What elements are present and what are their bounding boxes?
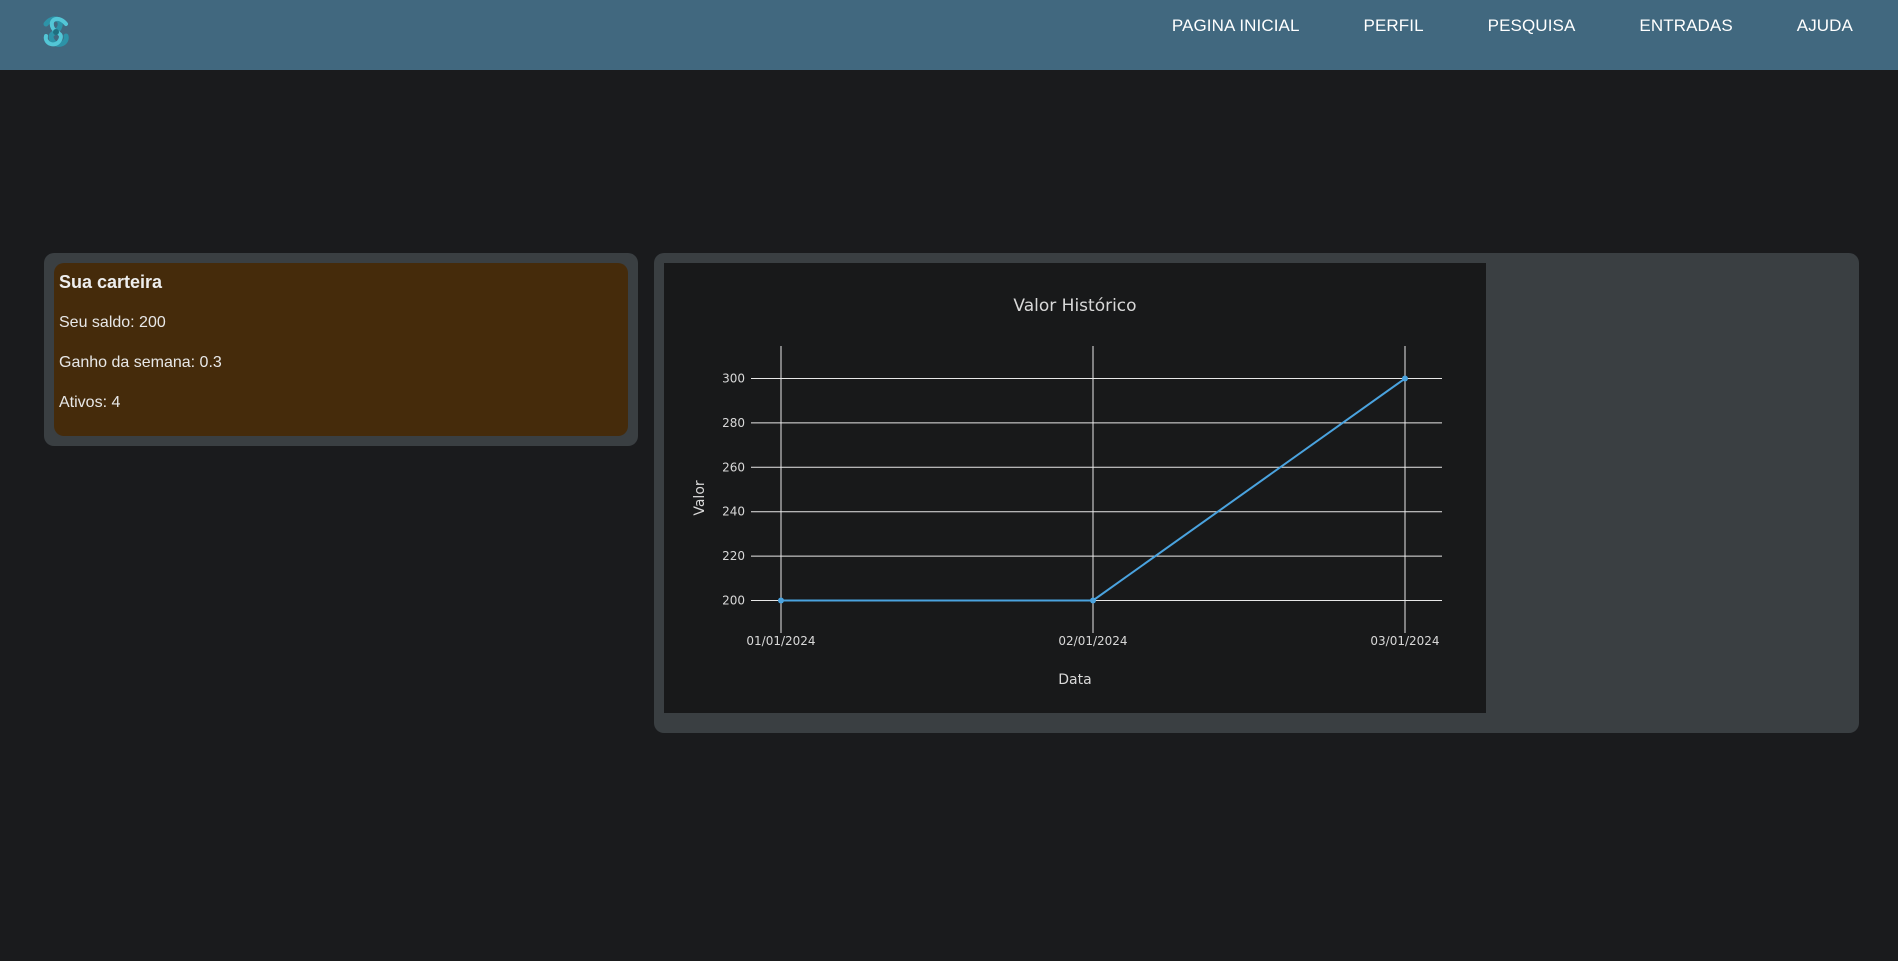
y-tick-label: 280 — [722, 416, 745, 430]
y-tick-label: 260 — [722, 460, 745, 474]
data-point — [1090, 597, 1096, 604]
data-point — [778, 597, 784, 604]
chart-panel: Valor Histórico Data Valor 200 220 240 260 2… — [654, 253, 1859, 733]
x-tick-label: 03/01/2024 — [1370, 634, 1439, 648]
y-axis-label: Valor — [692, 480, 708, 516]
nav-entradas[interactable]: ENTRADAS — [1607, 16, 1764, 36]
main-nav: PAGINA INICIAL PERFIL PESQUISA ENTRADAS … — [1140, 0, 1898, 52]
y-tick-label: 220 — [722, 549, 745, 563]
x-axis-label: Data — [1058, 672, 1091, 688]
y-tick-label: 200 — [722, 593, 745, 607]
wallet-title: Sua carteira — [59, 272, 163, 292]
x-tick-label: 02/01/2024 — [1058, 634, 1127, 648]
nav-pesquisa[interactable]: PESQUISA — [1456, 16, 1608, 36]
wallet-assets: Ativos: 4 — [59, 394, 121, 411]
nav-perfil[interactable]: PERFIL — [1332, 16, 1456, 36]
x-tick-label: 01/01/2024 — [746, 634, 815, 648]
chart-title: Valor Histórico — [1013, 296, 1136, 316]
wallet-panel: Sua carteira Seu saldo: 200 Ganho da sem… — [44, 253, 638, 446]
top-navbar: PAGINA INICIAL PERFIL PESQUISA ENTRADAS … — [0, 0, 1898, 70]
history-chart-svg: Valor Histórico Data Valor 200 220 240 260 2… — [692, 296, 1442, 688]
nav-pagina-inicial[interactable]: PAGINA INICIAL — [1140, 16, 1332, 36]
data-point — [1402, 375, 1408, 382]
y-tick-label: 240 — [722, 505, 745, 519]
wallet-card: Sua carteira Seu saldo: 200 Ganho da sem… — [54, 263, 628, 436]
nav-ajuda[interactable]: AJUDA — [1765, 16, 1898, 36]
y-tick-label: 300 — [722, 372, 745, 386]
knot-logo-icon[interactable] — [38, 14, 74, 50]
history-chart[interactable]: Valor Histórico Data Valor 200 220 240 260 2… — [664, 263, 1486, 713]
wallet-balance: Seu saldo: 200 — [59, 314, 166, 331]
wallet-weekly-gain: Ganho da semana: 0.3 — [59, 354, 222, 371]
